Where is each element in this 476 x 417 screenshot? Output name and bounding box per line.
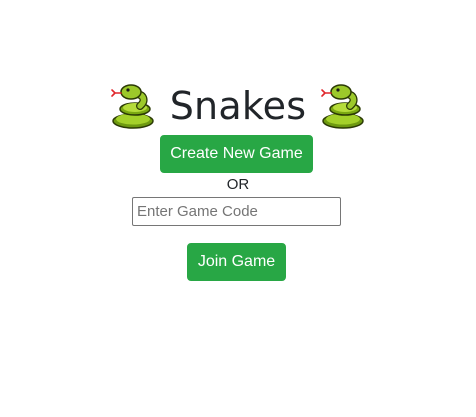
title-row: Snakes <box>0 80 476 132</box>
page-title: Snakes <box>169 84 307 128</box>
create-new-game-button[interactable]: Create New Game <box>160 135 313 173</box>
join-game-button[interactable]: Join Game <box>187 243 286 281</box>
page: Snakes Create New Game OR Join Game <box>0 0 476 417</box>
or-separator: OR <box>226 176 250 193</box>
game-code-input[interactable] <box>132 197 341 226</box>
snake-emoji-icon <box>321 84 365 129</box>
snake-emoji-icon <box>110 84 154 129</box>
